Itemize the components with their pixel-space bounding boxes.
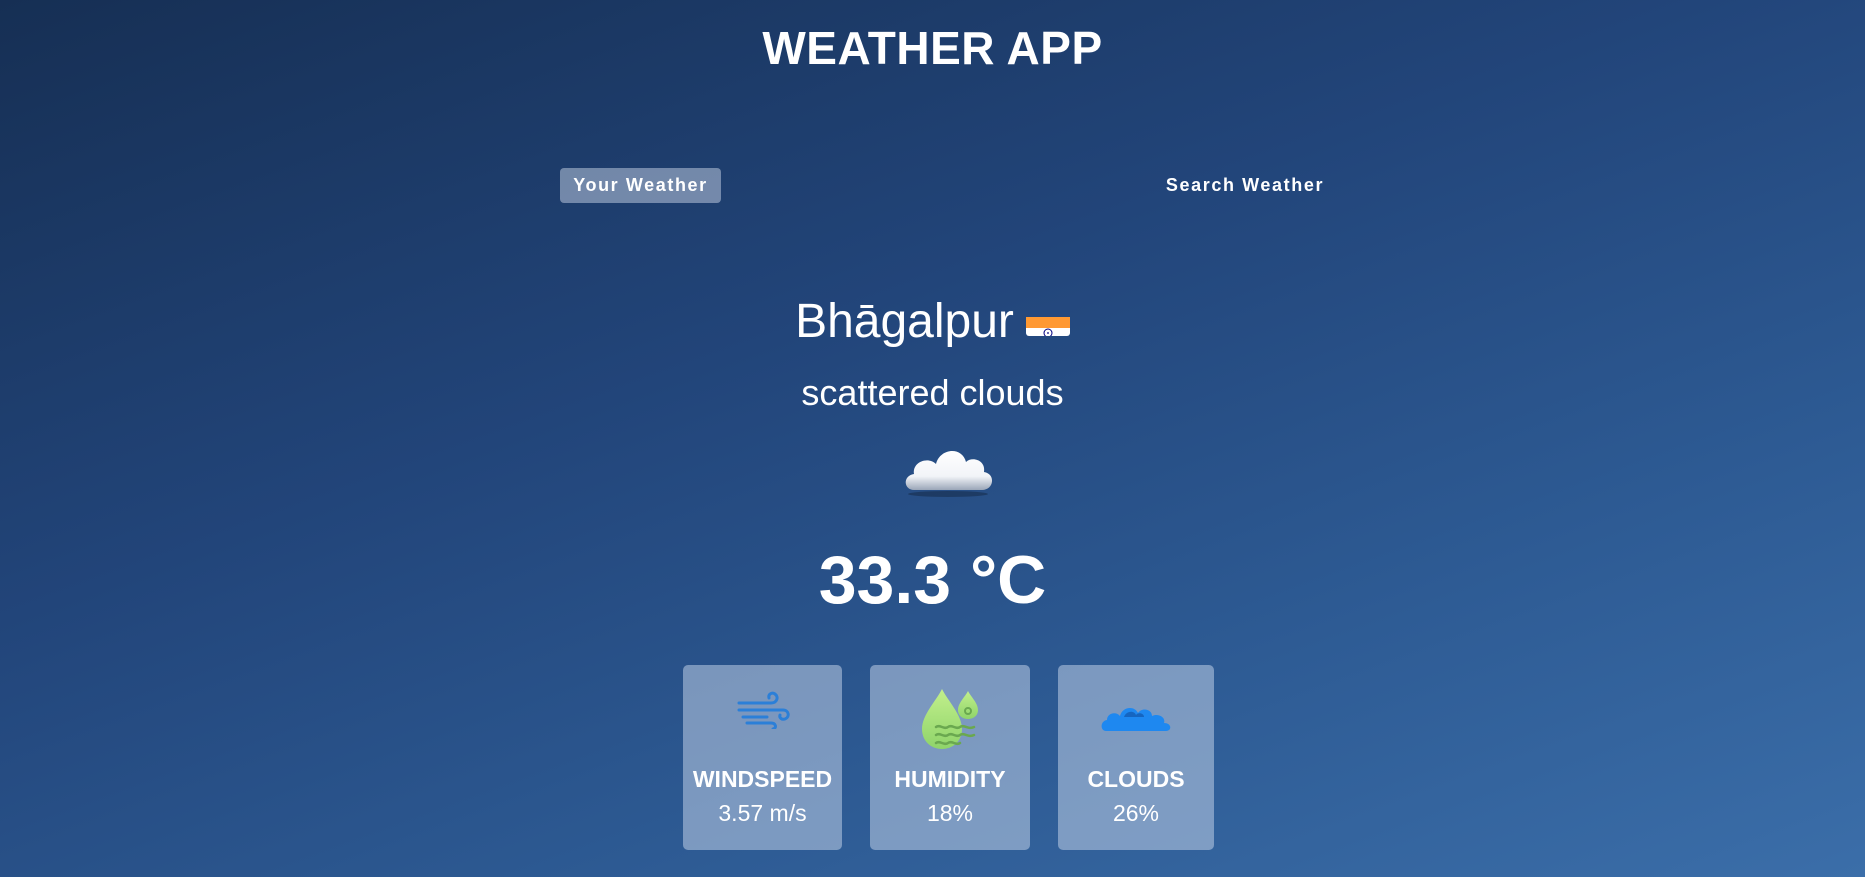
tab-search-weather[interactable]: Search Weather	[1160, 168, 1330, 203]
wind-icon	[735, 689, 791, 734]
clouds-card: CLOUDS 26%	[1058, 665, 1214, 850]
clouds-label: CLOUDS	[1087, 766, 1185, 792]
clouds-icon	[1100, 701, 1172, 738]
humidity-card: HUMIDITY 18%	[870, 665, 1030, 850]
india-flag-icon	[1025, 304, 1070, 337]
windspeed-value: 3.57 m/s	[718, 800, 807, 826]
city-header: Bhāgalpur	[0, 292, 1865, 352]
clouds-value: 26%	[1112, 800, 1160, 826]
windspeed-label: WINDSPEED	[692, 766, 833, 792]
app-title: WEATHER APP	[762, 22, 1103, 74]
humidity-icon	[918, 687, 982, 756]
temperature: 33.3 °C	[818, 542, 1047, 618]
weather-description: scattered clouds	[801, 372, 1064, 413]
windspeed-card: WINDSPEED 3.57 m/s	[683, 665, 842, 850]
cloud-icon	[900, 438, 996, 498]
tab-your-weather[interactable]: Your Weather	[560, 168, 721, 203]
humidity-value: 18%	[926, 800, 974, 826]
humidity-label: HUMIDITY	[894, 766, 1006, 792]
city-name: Bhāgalpur	[795, 295, 1014, 348]
